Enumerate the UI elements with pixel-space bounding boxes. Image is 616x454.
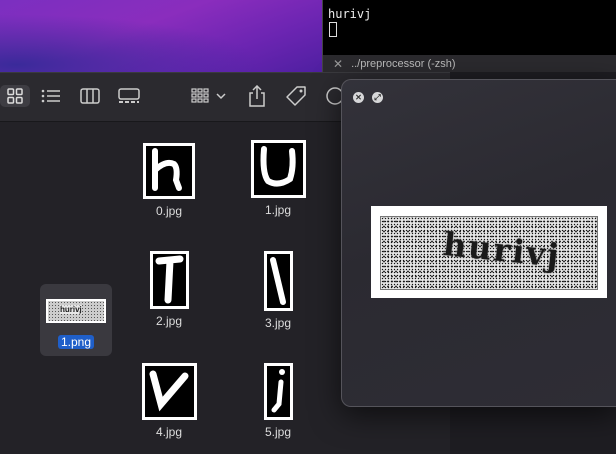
file-item[interactable]: 5.jpg: [233, 363, 323, 439]
list-icon: [41, 89, 60, 103]
file-thumbnail: [263, 251, 293, 311]
file-name[interactable]: 4.jpg: [124, 425, 214, 439]
digit-thumbnail-image: [271, 369, 285, 413]
digit-thumbnail-image: [269, 257, 286, 305]
gallery-icon: [118, 88, 140, 103]
square-grid-icon: [7, 88, 23, 104]
file-thumbnail: [143, 143, 195, 199]
digit-thumbnail-image: [149, 370, 188, 412]
file-item[interactable]: 1.jpg: [233, 140, 323, 217]
file-name[interactable]: 3.jpg: [233, 316, 323, 330]
file-name[interactable]: 5.jpg: [233, 425, 323, 439]
captcha-text: hurivj: [441, 224, 563, 276]
digit-thumbnail-image: [260, 146, 296, 187]
digit-thumbnail-image: [152, 148, 182, 191]
file-item[interactable]: 3.jpg: [233, 251, 323, 330]
captcha-thumbnail: hurivj: [46, 299, 106, 323]
column-view-button[interactable]: [78, 85, 102, 107]
captcha-thumbnail-text: hurivj: [60, 305, 82, 314]
close-icon[interactable]: ✕: [333, 57, 343, 71]
file-thumbnail: [263, 363, 293, 420]
file-thumbnail: [149, 251, 189, 309]
file-name[interactable]: 1.jpg: [233, 203, 323, 217]
file-name[interactable]: 0.jpg: [124, 204, 214, 218]
fullscreen-icon[interactable]: ⤢: [372, 92, 383, 103]
digit-thumbnail-image: [155, 255, 183, 304]
group-button[interactable]: [190, 85, 230, 107]
selected-file-item[interactable]: hurivj 1.png: [31, 299, 121, 349]
share-icon: [249, 85, 265, 107]
group-grid-icon: [191, 88, 226, 103]
close-icon[interactable]: ✕: [353, 92, 364, 103]
file-item[interactable]: 0.jpg: [124, 143, 214, 218]
terminal-window[interactable]: hurivj: [322, 0, 616, 55]
file-name[interactable]: 2.jpg: [124, 314, 214, 328]
quick-look-window: ✕ ⤢ hurivj: [341, 79, 616, 407]
list-view-button[interactable]: [38, 85, 64, 107]
captcha-preview-image: hurivj: [371, 206, 607, 298]
terminal-tab-bar[interactable]: ✕ ../preprocessor (-zsh): [322, 55, 616, 72]
share-button[interactable]: [246, 85, 268, 107]
terminal-cursor: [329, 22, 337, 37]
tag-icon: [286, 86, 306, 106]
file-name[interactable]: 1.png: [57, 335, 95, 349]
chevron-down-icon: [216, 93, 226, 100]
icon-view-button[interactable]: [0, 85, 30, 107]
terminal-output: hurivj: [328, 7, 372, 21]
desktop-wallpaper: [0, 0, 330, 72]
captcha-noise-area: hurivj: [380, 216, 598, 290]
file-item[interactable]: 4.jpg: [124, 363, 214, 439]
tag-button[interactable]: [284, 85, 308, 107]
file-thumbnail: [141, 363, 197, 420]
gallery-view-button[interactable]: [116, 85, 142, 107]
terminal-tab-title[interactable]: ../preprocessor (-zsh): [351, 58, 456, 70]
file-item[interactable]: 2.jpg: [124, 251, 214, 328]
file-thumbnail: [250, 140, 306, 198]
columns-icon: [80, 88, 100, 104]
